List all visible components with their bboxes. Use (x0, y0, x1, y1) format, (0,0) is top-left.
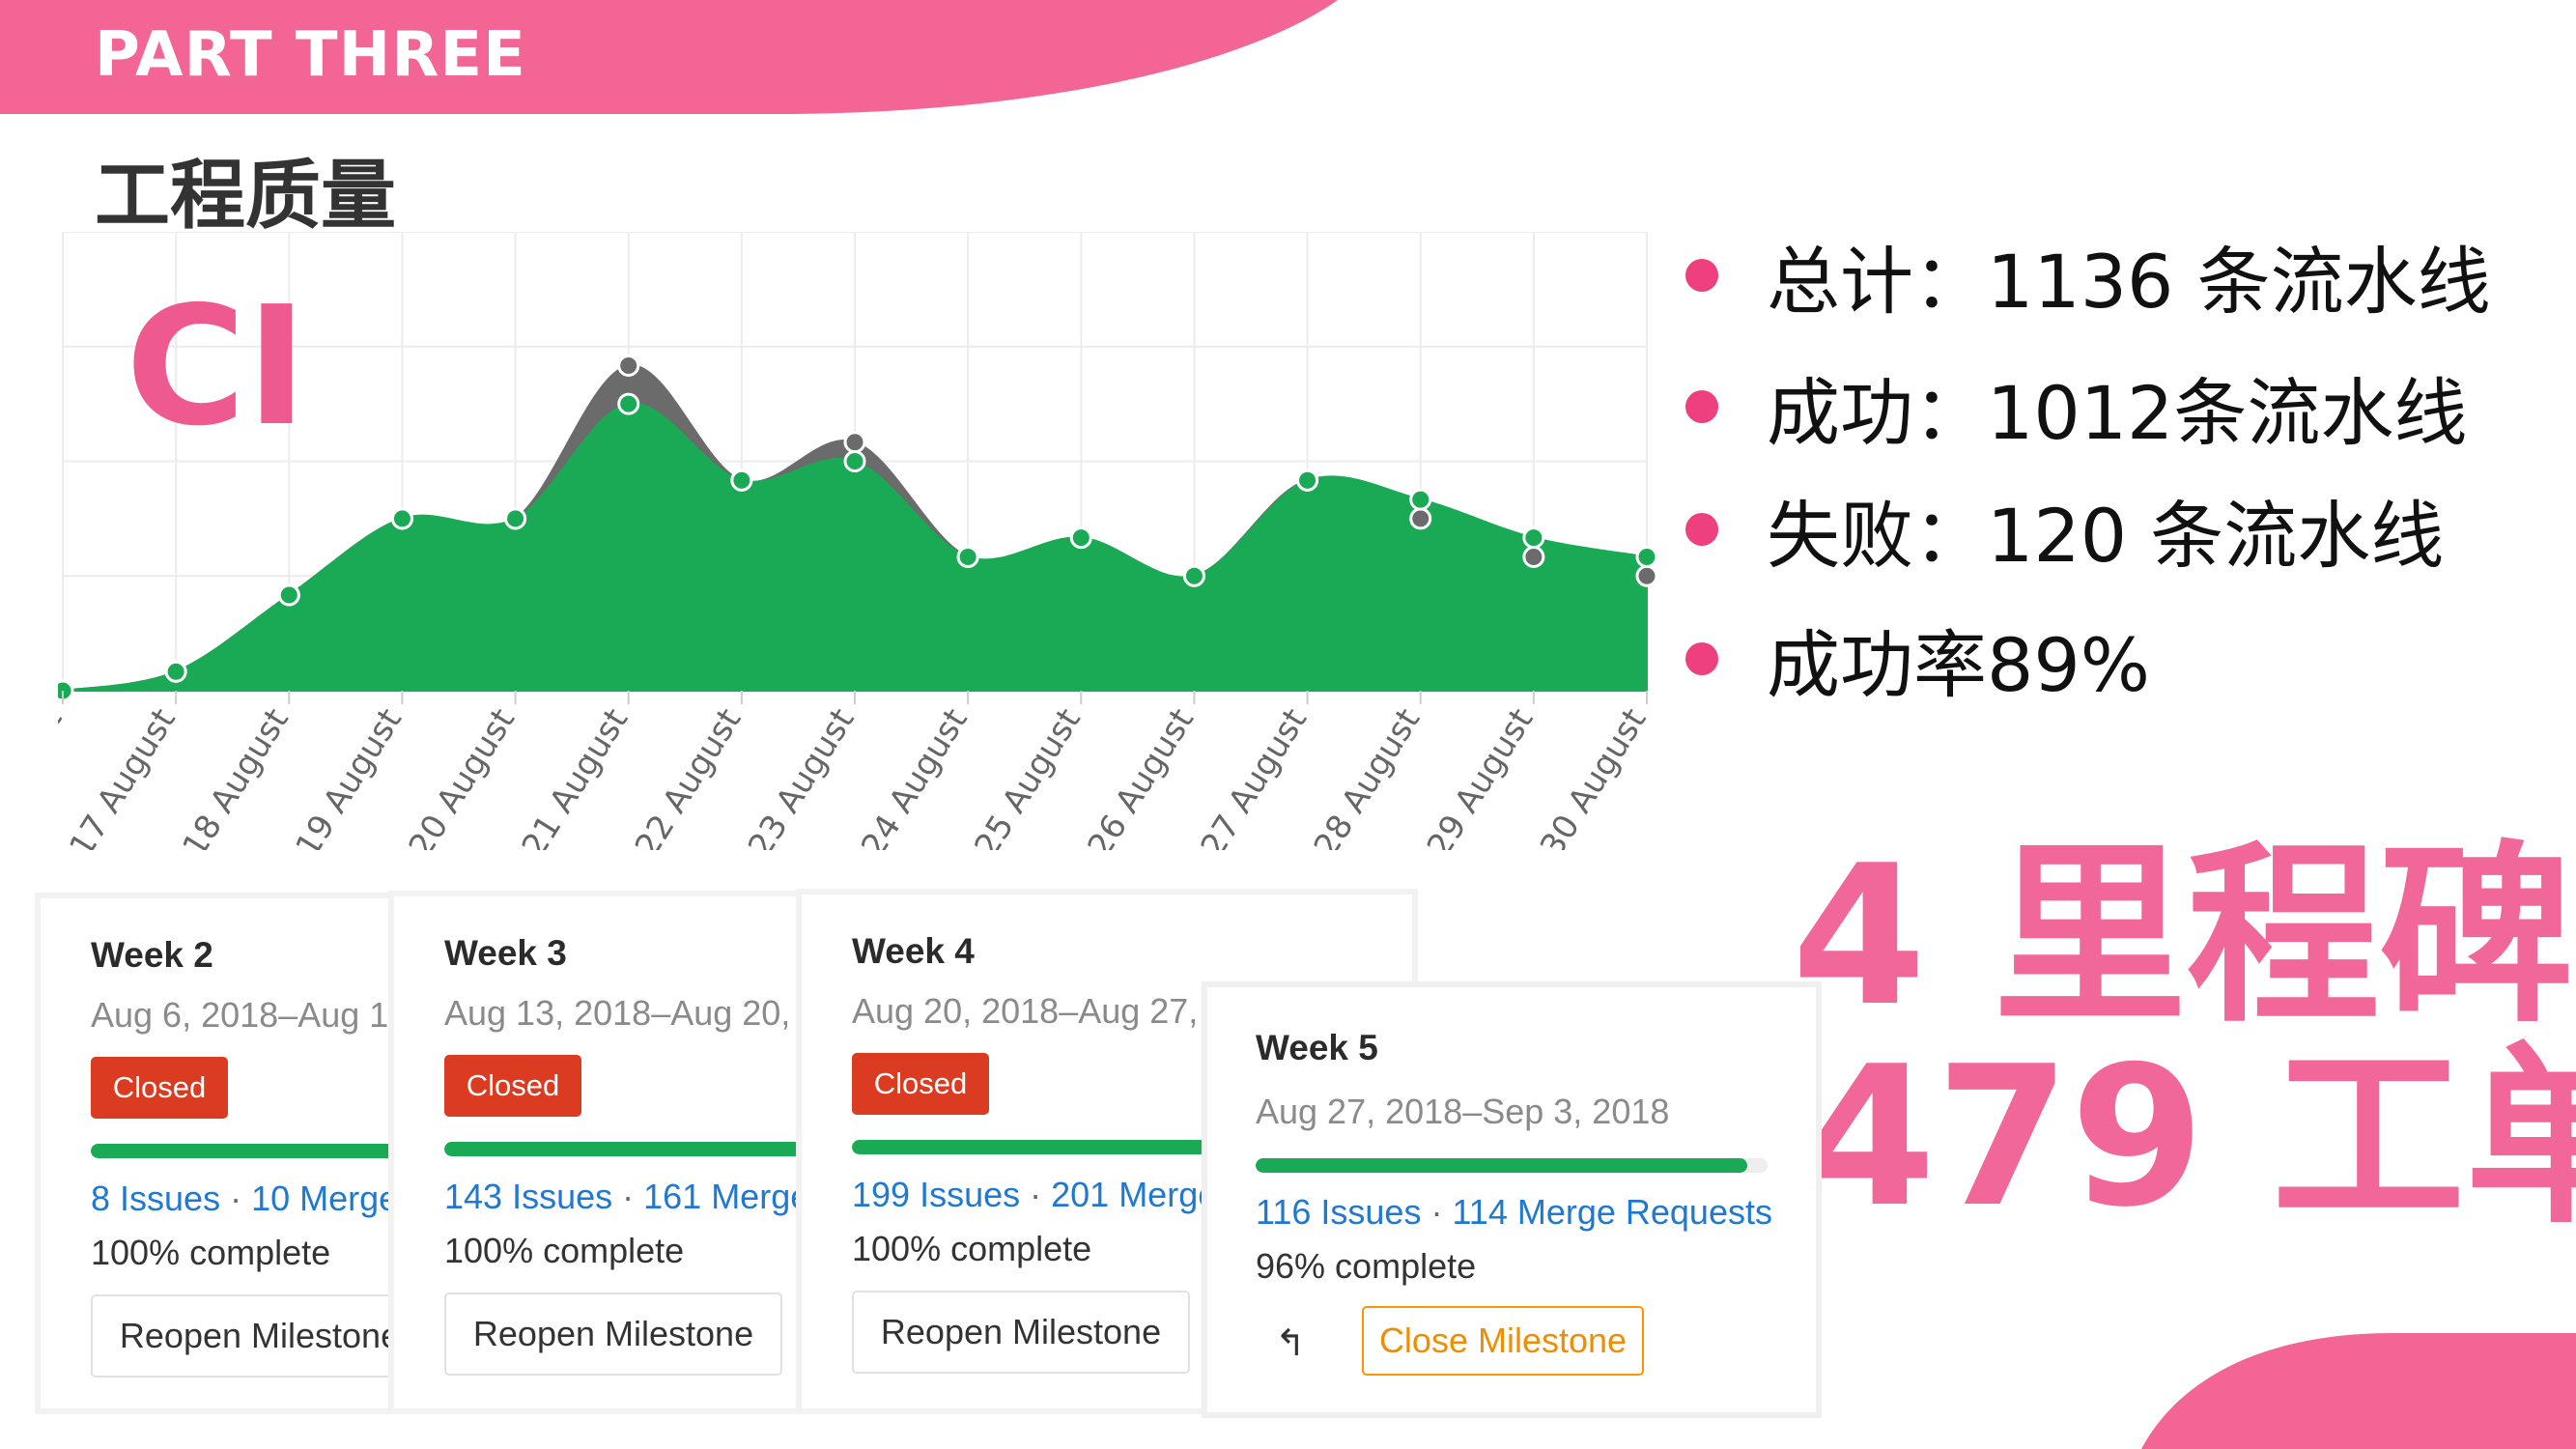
link-separator: · (1421, 1192, 1453, 1232)
stat-failed-text: 失败：120 条流水线 (1767, 493, 2445, 579)
bullet-icon (1685, 513, 1718, 546)
issues-link[interactable]: 199 Issues (852, 1175, 1020, 1214)
merge-requests-link[interactable]: 161 Merge Requests (643, 1177, 811, 1216)
data-point (1635, 564, 1658, 587)
reopen-milestone-button[interactable]: Reopen Milestone (91, 1294, 429, 1378)
x-tick-label: 27 August (1194, 702, 1316, 850)
stat-failed: 失败：120 条流水线 (1685, 476, 2444, 582)
data-point (843, 431, 866, 454)
milestone-title[interactable]: Week 5 (1256, 1028, 1378, 1068)
progress-bar (1256, 1158, 1768, 1173)
status-badge: Closed (444, 1055, 581, 1117)
percent-complete: 96% complete (1256, 1246, 1477, 1286)
status-badge: Closed (852, 1053, 989, 1115)
issues-link[interactable]: 8 Issues (91, 1179, 220, 1218)
data-point (1069, 526, 1092, 550)
milestone-links: 143 Issues · 161 Merge Requests (444, 1177, 811, 1217)
bullet-icon (1685, 390, 1718, 423)
reopen-milestone-button[interactable]: Reopen Milestone (852, 1291, 1190, 1374)
stat-success: 成功：1012条流水线 (1685, 354, 2467, 460)
x-tick-label: 26 August (1080, 702, 1202, 850)
x-tick-label: 16 August (58, 702, 71, 850)
x-tick-label: 21 August (515, 702, 637, 850)
x-tick-label: 23 August (741, 702, 863, 850)
x-tick-label: 20 August (402, 702, 524, 850)
data-point (843, 450, 866, 472)
data-point (504, 507, 527, 530)
x-tick-label: 28 August (1307, 702, 1429, 850)
x-tick-label: 24 August (854, 702, 976, 850)
bullet-icon (1685, 259, 1718, 292)
milestone-title[interactable]: Week 4 (852, 931, 975, 972)
milestone-links: 116 Issues · 114 Merge Requests (1256, 1192, 1772, 1233)
x-tick-label: 19 August (288, 702, 410, 850)
bullet-icon (1685, 642, 1718, 675)
progress-bar (444, 1142, 811, 1156)
percent-complete: 100% complete (852, 1229, 1092, 1268)
link-separator: · (1020, 1175, 1052, 1214)
data-point (58, 679, 74, 702)
data-point (390, 507, 413, 530)
data-point (617, 392, 640, 415)
part-label: PART THREE (95, 19, 526, 91)
data-point (1635, 545, 1658, 568)
x-tick-label: 29 August (1420, 702, 1542, 850)
link-separator: · (220, 1179, 252, 1218)
percent-complete: 100% complete (444, 1231, 685, 1270)
data-point (277, 583, 300, 607)
data-point (1522, 526, 1545, 550)
progress-fill (444, 1142, 811, 1156)
x-tick-label: 18 August (175, 702, 297, 850)
milestone-dates: Aug 13, 2018–Aug 20, 2018 (444, 993, 811, 1033)
milestone-title[interactable]: Week 3 (444, 933, 567, 974)
progress-fill (1256, 1158, 1747, 1173)
status-badge: Closed (91, 1057, 228, 1119)
milestone-title[interactable]: Week 2 (91, 935, 213, 976)
data-point (1409, 488, 1432, 511)
x-tick-label: 30 August (1533, 702, 1655, 850)
milestone-card-week5: Week 5 Aug 27, 2018–Sep 3, 2018 116 Issu… (1202, 981, 1822, 1418)
ci-label: CI (126, 271, 308, 463)
issues-link[interactable]: 143 Issues (444, 1177, 612, 1216)
data-point (1296, 469, 1319, 492)
close-milestone-button[interactable]: Close Milestone (1362, 1306, 1644, 1376)
data-point (730, 469, 753, 492)
stat-total: 总计：1136 条流水线 (1685, 222, 2491, 328)
data-point (1182, 564, 1205, 587)
x-tick-label: 22 August (628, 702, 750, 850)
data-point (1409, 507, 1432, 530)
chart-x-ticks: 16 August17 August18 August19 August20 A… (58, 691, 1655, 850)
x-tick-label: 25 August (967, 702, 1089, 850)
data-point (617, 355, 640, 378)
milestone-card-week3: Week 3 Aug 13, 2018–Aug 20, 2018 Closed … (388, 891, 817, 1414)
corner-decoration (2141, 1333, 2576, 1449)
stat-success-text: 成功：1012条流水线 (1767, 370, 2468, 456)
section-title: 工程质量 (95, 153, 397, 240)
headline-milestones: 4 里程碑 (1792, 824, 2573, 1049)
arrow-up-icon[interactable]: ↰ (1275, 1321, 1306, 1365)
data-point (164, 660, 187, 683)
issues-link[interactable]: 116 Issues (1256, 1192, 1421, 1232)
stat-total-text: 总计：1136 条流水线 (1767, 239, 2491, 325)
stat-rate: 成功率89% (1685, 606, 2150, 712)
data-point (956, 545, 979, 568)
stat-rate-text: 成功率89% (1767, 622, 2150, 708)
percent-complete: 100% complete (91, 1233, 331, 1272)
x-tick-label: 17 August (62, 702, 184, 850)
milestone-dates: Aug 27, 2018–Sep 3, 2018 (1256, 1092, 1670, 1131)
headline-tickets: 479 工单 (1801, 1025, 2576, 1250)
data-point (1522, 545, 1545, 568)
link-separator: · (612, 1177, 644, 1216)
merge-requests-link[interactable]: 114 Merge Requests (1452, 1192, 1772, 1232)
reopen-milestone-button[interactable]: Reopen Milestone (444, 1293, 782, 1376)
